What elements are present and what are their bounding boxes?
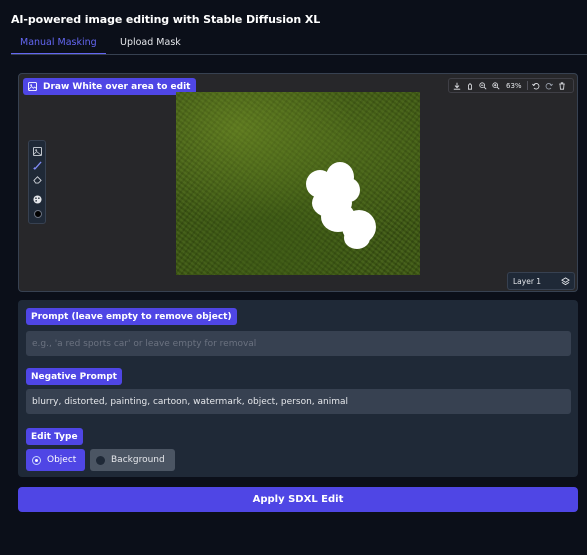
prompt-input[interactable] xyxy=(26,331,571,356)
edit-type-label: Edit Type xyxy=(26,428,83,445)
tab-bar: Manual Masking Upload Mask xyxy=(11,34,587,55)
tab-upload-mask[interactable]: Upload Mask xyxy=(120,36,181,54)
toolbar-divider xyxy=(526,81,528,90)
zoom-out-icon[interactable] xyxy=(478,81,488,91)
pan-icon[interactable] xyxy=(465,81,475,91)
mask-blob xyxy=(344,227,370,249)
drawing-canvas[interactable] xyxy=(176,92,420,275)
brush-icon[interactable] xyxy=(32,160,43,171)
radio-selected-icon xyxy=(32,455,41,465)
palette-icon[interactable] xyxy=(32,194,43,205)
option-label: Background xyxy=(111,455,165,465)
image-editor-icon xyxy=(28,82,37,91)
editor-label: Draw White over area to edit xyxy=(23,78,196,95)
image-editor: Draw White over area to edit 63% Layer 1 xyxy=(18,73,578,292)
layer-label: Layer 1 xyxy=(513,276,542,286)
page-title: AI-powered image editing with Stable Dif… xyxy=(11,13,321,26)
negative-prompt-input[interactable] xyxy=(26,389,571,414)
drawing-toolbar xyxy=(28,140,46,224)
layer-selector[interactable]: Layer 1 xyxy=(507,272,575,290)
prompt-label: Prompt (leave empty to remove object) xyxy=(26,308,237,325)
negative-prompt-label: Negative Prompt xyxy=(26,368,122,385)
zoom-level: 63% xyxy=(506,81,522,90)
editor-toolbar: 63% xyxy=(448,78,574,93)
tab-manual-masking[interactable]: Manual Masking xyxy=(11,36,106,54)
apply-sdxl-edit-button[interactable]: Apply SDXL Edit xyxy=(18,487,578,512)
editor-label-text: Draw White over area to edit xyxy=(43,81,191,92)
undo-icon[interactable] xyxy=(531,81,541,91)
edit-type-background-option[interactable]: Background xyxy=(90,449,175,471)
edit-type-object-option[interactable]: Object xyxy=(26,449,85,471)
zoom-in-icon[interactable] xyxy=(491,81,501,91)
option-label: Object xyxy=(47,455,77,465)
layers-icon xyxy=(561,276,570,285)
image-icon[interactable] xyxy=(32,146,43,157)
trash-icon[interactable] xyxy=(557,81,567,91)
radio-unselected-icon xyxy=(96,455,105,465)
redo-icon[interactable] xyxy=(544,81,554,91)
eraser-icon[interactable] xyxy=(32,174,43,185)
download-icon[interactable] xyxy=(452,81,462,91)
color-swatch[interactable] xyxy=(32,208,43,219)
settings-panel: Prompt (leave empty to remove object) Ne… xyxy=(18,300,578,477)
